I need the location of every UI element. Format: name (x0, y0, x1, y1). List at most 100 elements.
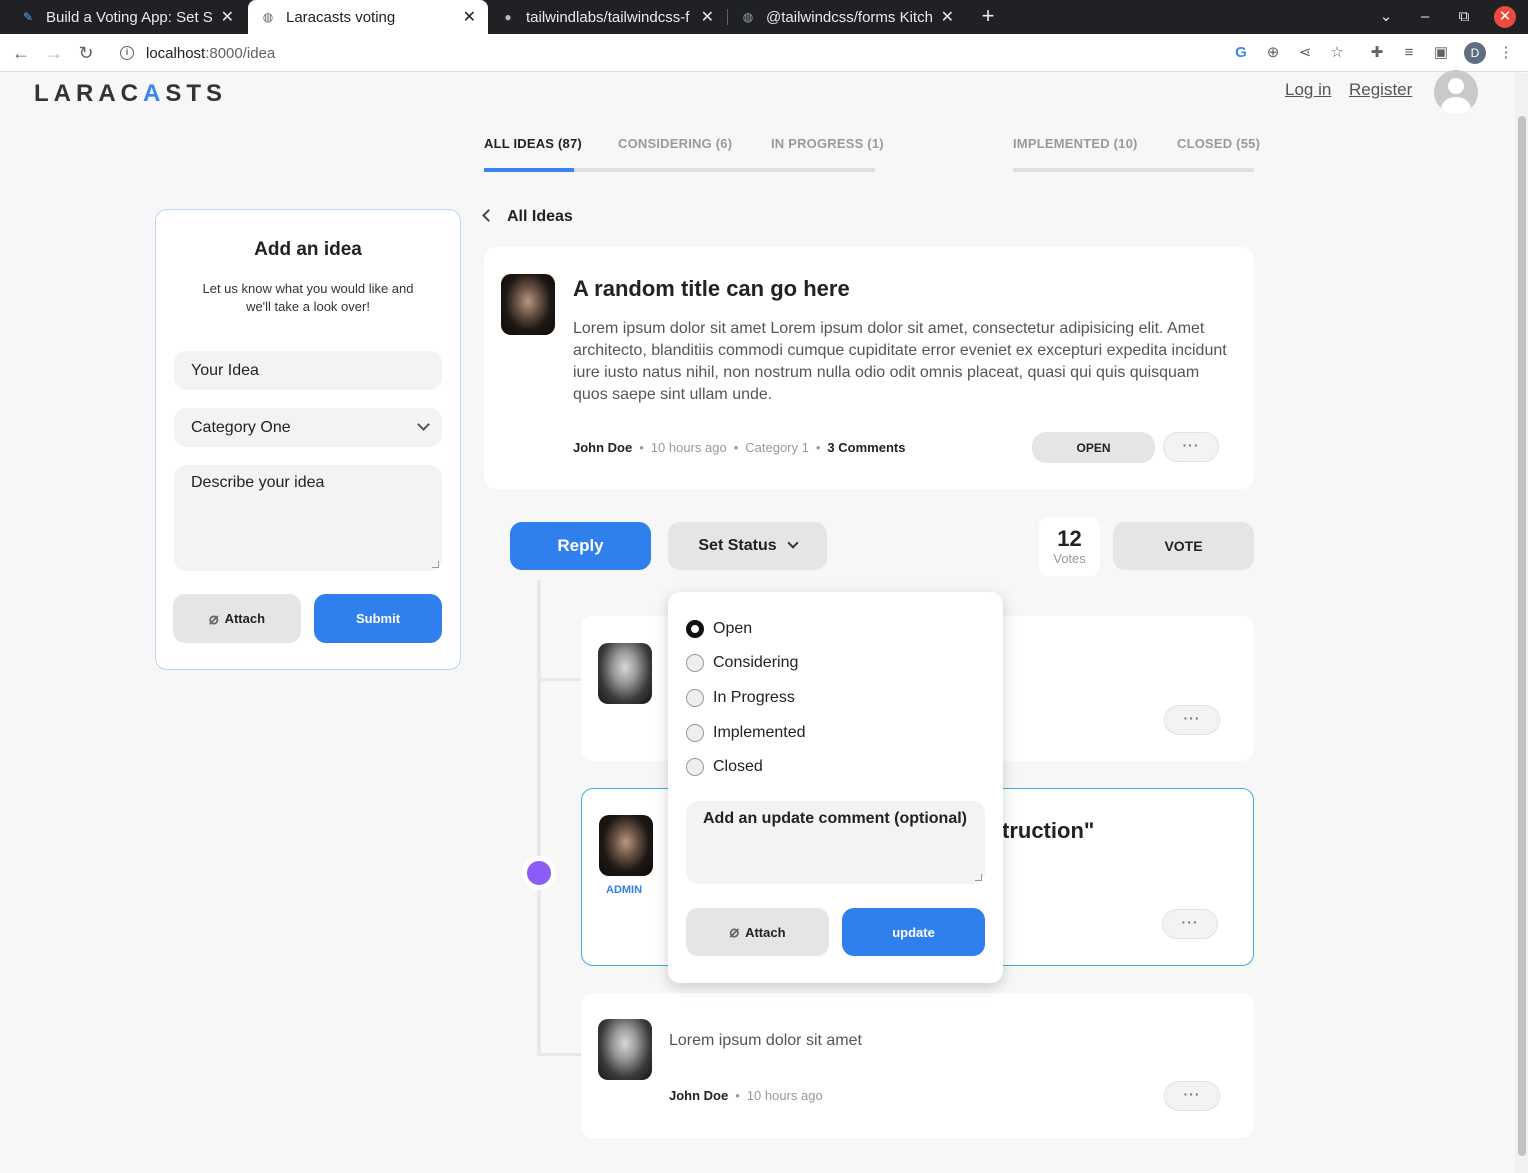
logo-text-accent: A (143, 80, 166, 107)
address-bar: ← → ↻ i localhost:8000/idea G ⊕ ⋖ ☆ ✚ ≡ … (0, 34, 1528, 72)
votes-label: Votes (1053, 551, 1086, 566)
url-field[interactable]: i localhost:8000/idea (108, 38, 1220, 68)
tab-title: Build a Voting App: Set St (46, 8, 213, 26)
radio-button[interactable] (686, 758, 704, 776)
restore-icon[interactable]: ⧉ (1453, 6, 1475, 28)
profile-avatar[interactable]: D (1464, 42, 1486, 64)
resize-handle-icon[interactable] (975, 874, 982, 881)
back-arrow-icon[interactable]: ← (10, 42, 32, 64)
close-icon[interactable]: ✕ (941, 7, 954, 27)
filter-closed[interactable]: CLOSED (55) (1177, 136, 1260, 151)
github-icon: ● (504, 10, 512, 24)
window-close-icon[interactable]: ✕ (1494, 6, 1516, 28)
reply-button[interactable]: Reply (510, 522, 651, 570)
close-icon[interactable]: ✕ (221, 7, 234, 27)
browser-menu-icon[interactable]: ⋮ (1496, 43, 1516, 63)
close-icon[interactable]: ✕ (463, 7, 476, 27)
admin-label: ADMIN (606, 884, 643, 896)
browser-tab-laracasts-voting[interactable]: ◍ Laracasts voting ✕ (248, 0, 488, 34)
minimize-icon[interactable]: – (1414, 6, 1436, 28)
paperclip-icon: ⌀ (729, 924, 740, 941)
idea-comments-count[interactable]: 3 Comments (827, 440, 905, 455)
zoom-icon[interactable]: ⊕ (1263, 43, 1283, 63)
radio-button[interactable] (686, 620, 704, 638)
filter-considering[interactable]: CONSIDERING (6) (618, 136, 732, 151)
status-comment-placeholder: Add an update comment (optional) (703, 810, 967, 827)
url-path: :8000/idea (205, 44, 276, 62)
set-status-button[interactable]: Set Status (668, 522, 827, 570)
status-option-in-progress[interactable]: In Progress (686, 689, 795, 707)
add-idea-attach-button[interactable]: ⌀ Attach (173, 594, 301, 643)
status-option-open[interactable]: Open (686, 620, 752, 638)
radio-button[interactable] (686, 654, 704, 672)
extensions-puzzle-icon[interactable]: ✚ (1367, 43, 1387, 63)
comment-more-options-button[interactable]: ··· (1164, 1081, 1220, 1111)
idea-description-placeholder: Describe your idea (191, 474, 325, 491)
add-idea-submit-button[interactable]: Submit (314, 594, 442, 643)
commenter-avatar[interactable] (598, 1019, 652, 1080)
comment-meta: John Doe • 10 hours ago (669, 1088, 823, 1103)
close-icon[interactable]: ✕ (701, 7, 714, 27)
comment-author: John Doe (669, 1088, 729, 1103)
url-host: localhost (146, 44, 206, 62)
status-option-considering[interactable]: Considering (686, 654, 798, 672)
comment-more-options-button[interactable]: ··· (1164, 705, 1220, 735)
attach-label: Attach (745, 924, 786, 940)
status-update-dot (522, 856, 556, 890)
filter-all-ideas[interactable]: ALL IDEAS (87) (484, 136, 582, 151)
browser-tab-voting-app[interactable]: ✎ Build a Voting App: Set St ✕ (8, 0, 246, 34)
resize-handle-icon[interactable] (432, 561, 439, 568)
back-to-all-ideas-link[interactable]: All Ideas (482, 208, 573, 226)
side-panel-icon[interactable]: ▣ (1431, 43, 1451, 63)
share-icon[interactable]: ⋖ (1295, 43, 1315, 63)
filter-in-progress[interactable]: IN PROGRESS (1) (771, 136, 884, 151)
status-update-button[interactable]: update (842, 908, 985, 956)
idea-title-input[interactable]: Your Idea (174, 351, 442, 390)
tab-search-chevron-icon[interactable]: ⌄ (1375, 6, 1397, 28)
status-update-comment-textarea[interactable]: Add an update comment (optional) (686, 801, 985, 884)
new-tab-plus-icon[interactable]: + (976, 4, 1000, 28)
google-icon[interactable]: G (1231, 43, 1251, 63)
scrollbar-thumb[interactable] (1518, 116, 1526, 1156)
tab-title: tailwindlabs/tailwindcss-f (526, 8, 690, 26)
idea-meta: John Doe • 10 hours ago • Category 1 • 3 Comme… (573, 440, 906, 455)
set-status-label: Set Status (698, 537, 777, 554)
browser-tab-tailwindcss[interactable]: ● tailwindlabs/tailwindcss-f ✕ (488, 0, 726, 34)
register-link[interactable]: Register (1349, 80, 1412, 100)
author-avatar[interactable] (501, 274, 555, 335)
category-select-value: Category One (191, 419, 291, 436)
status-attach-button[interactable]: ⌀ Attach (686, 908, 829, 956)
media-queue-icon[interactable]: ≡ (1399, 43, 1419, 63)
logo-text-left: LARAC (34, 80, 143, 107)
forward-arrow-icon[interactable]: → (43, 42, 65, 64)
comments-timeline-line (537, 580, 541, 1056)
idea-title: A random title can go here (573, 276, 850, 301)
admin-comment-more-options-button[interactable]: ··· (1162, 909, 1218, 939)
filter-underline-active (484, 168, 574, 172)
radio-button[interactable] (686, 724, 704, 742)
status-option-closed[interactable]: Closed (686, 758, 763, 776)
radio-button[interactable] (686, 689, 704, 707)
idea-description-textarea[interactable]: Describe your idea (174, 465, 442, 571)
globe-icon: ◍ (262, 10, 274, 24)
feather-icon: ✎ (22, 10, 34, 24)
admin-avatar[interactable] (599, 815, 653, 876)
reload-icon[interactable]: ↻ (75, 42, 97, 64)
status-option-implemented[interactable]: Implemented (686, 724, 806, 742)
user-avatar[interactable] (1434, 70, 1478, 114)
vote-button[interactable]: VOTE (1113, 522, 1254, 570)
login-link[interactable]: Log in (1285, 80, 1331, 100)
browser-tab-forms-kitchen[interactable]: ◍ @tailwindcss/forms Kitch ✕ (728, 0, 966, 34)
category-select[interactable]: Category One (174, 408, 442, 447)
bookmark-star-icon[interactable]: ☆ (1327, 43, 1347, 63)
idea-time: 10 hours ago (650, 440, 727, 455)
idea-more-options-button[interactable]: ··· (1163, 432, 1219, 462)
idea-status-badge: OPEN (1032, 432, 1155, 463)
idea-author: John Doe (573, 440, 633, 455)
attach-label: Attach (224, 611, 266, 626)
tab-title: @tailwindcss/forms Kitch (766, 8, 933, 26)
laracasts-logo[interactable]: LARACASTS (34, 80, 227, 108)
filter-implemented[interactable]: IMPLEMENTED (10) (1013, 136, 1138, 151)
commenter-avatar[interactable] (598, 643, 652, 704)
site-info-icon[interactable]: i (120, 46, 134, 60)
